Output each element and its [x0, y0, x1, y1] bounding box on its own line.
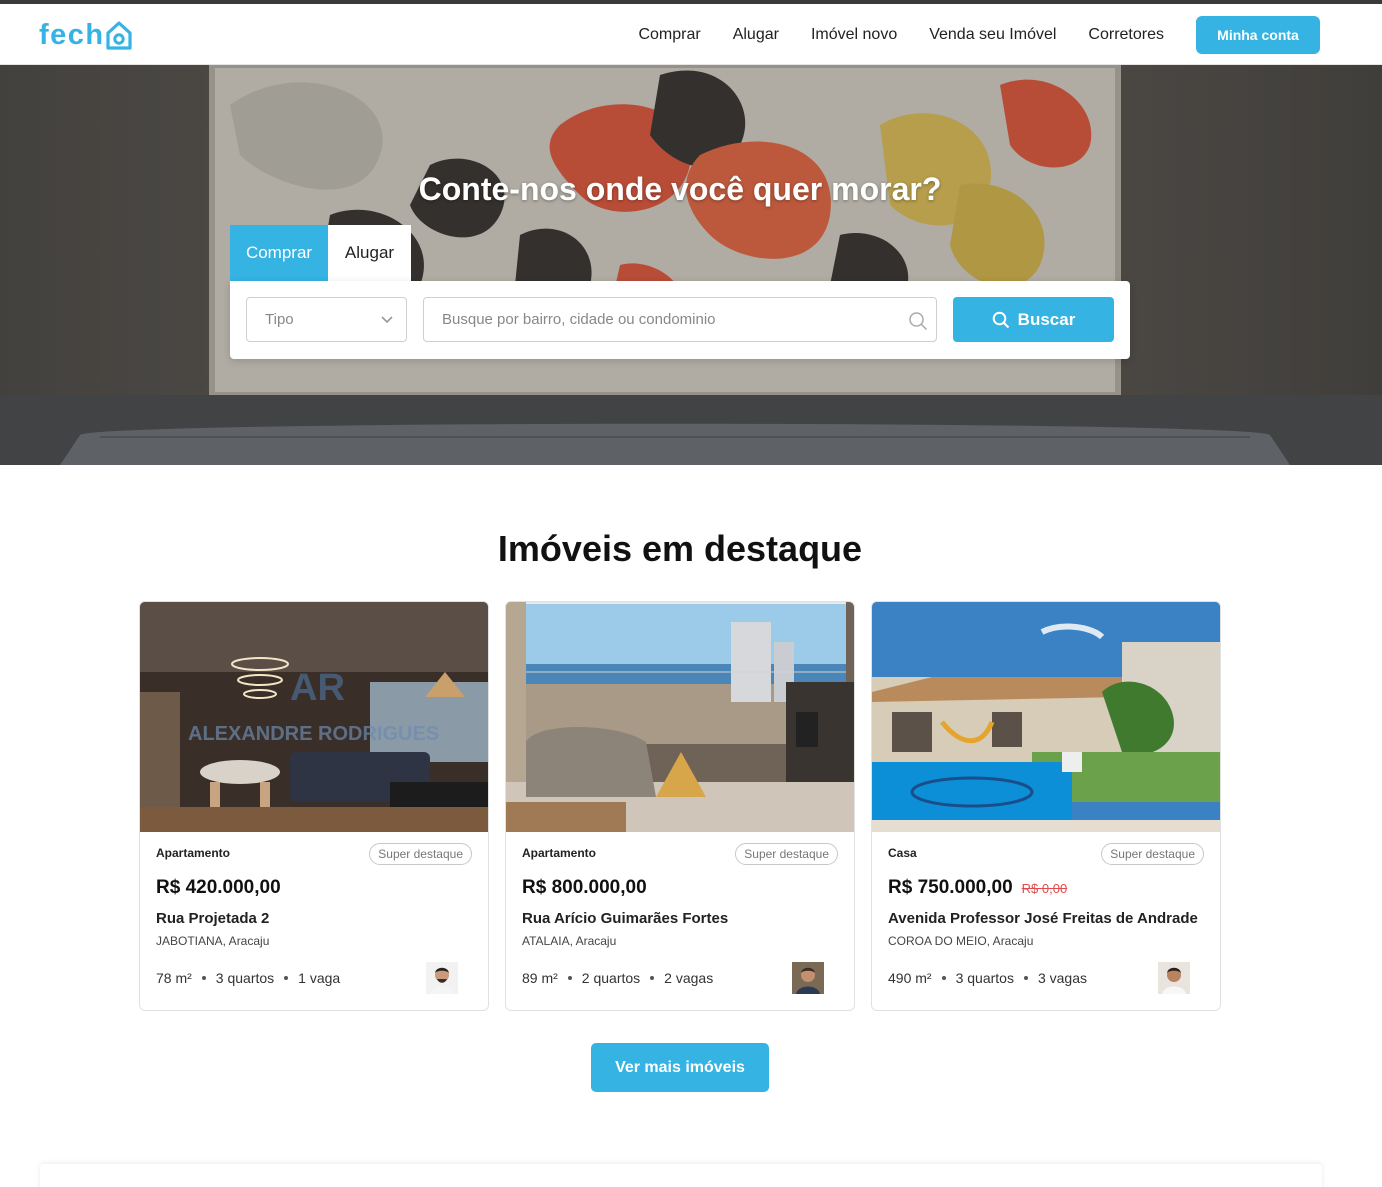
nav-comprar[interactable]: Comprar: [638, 26, 700, 44]
property-parking: 2 vagas: [664, 970, 714, 986]
property-street[interactable]: Avenida Professor José Freitas de Andrad…: [888, 910, 1198, 927]
site-header: fech Comprar Alugar Imóvel novo Venda se…: [0, 4, 1382, 65]
logo-text: fech: [39, 19, 105, 51]
search-icon: [992, 311, 1009, 328]
featured-title: Imóveis em destaque: [497, 528, 863, 569]
property-parking: 3 vagas: [1037, 970, 1087, 986]
agent-avatar[interactable]: [792, 962, 824, 994]
property-price: R$ 750.000,00 R$ 0,00: [888, 877, 1067, 899]
property-type: Apartamento: [522, 846, 597, 860]
property-street[interactable]: Rua Projetada 2: [156, 910, 269, 927]
price-value: R$ 750.000,00: [888, 877, 1013, 898]
house-pool-photo: [872, 602, 1220, 832]
property-neighborhood: COROA DO MEIO, Aracaju: [888, 934, 1034, 948]
property-photo[interactable]: [872, 602, 1220, 832]
svg-text:AR: AR: [290, 667, 345, 709]
separator-dot: [650, 976, 655, 980]
property-type: Apartamento: [156, 846, 231, 860]
agent-photo: [426, 962, 458, 994]
property-photo[interactable]: [506, 602, 854, 832]
property-card[interactable]: Casa Super destaque R$ 750.000,00 R$ 0,0…: [871, 601, 1221, 1011]
property-specs: 490 m² 3 quartos 3 vagas: [888, 970, 1087, 986]
account-button[interactable]: Minha conta: [1196, 15, 1320, 54]
property-card[interactable]: AR ALEXANDRE RODRIGUES Apartamento Super…: [139, 601, 489, 1011]
nav-alugar[interactable]: Alugar: [733, 26, 779, 44]
property-parking: 1 vaga: [298, 970, 341, 986]
separator-dot: [1023, 976, 1028, 980]
property-rooms: 3 quartos: [955, 970, 1014, 986]
search-icon: [909, 312, 928, 331]
property-price: R$ 420.000,00: [156, 877, 281, 899]
property-neighborhood: JABOTIANA, Aracaju: [156, 934, 270, 948]
property-type: Casa: [888, 846, 917, 860]
next-section-panel: [40, 1164, 1322, 1187]
separator-dot: [284, 976, 289, 980]
nav-imovel-novo[interactable]: Imóvel novo: [811, 26, 897, 44]
logo[interactable]: fech: [39, 18, 132, 50]
property-specs: 89 m² 2 quartos 2 vagas: [522, 970, 713, 986]
property-rooms: 2 quartos: [581, 970, 641, 986]
super-highlight-badge: Super destaque: [1101, 843, 1204, 865]
agent-avatar[interactable]: [426, 962, 458, 994]
property-size: 89 m²: [522, 970, 558, 986]
price-value: R$ 800.000,00: [522, 877, 647, 898]
main-nav: Comprar Alugar Imóvel novo Venda seu Imó…: [638, 4, 1382, 65]
separator-dot: [201, 976, 206, 980]
hero-overlay: [0, 65, 1382, 465]
property-size: 78 m²: [156, 970, 192, 986]
search-field: [423, 297, 937, 342]
see-more-properties-button[interactable]: Ver mais imóveis: [591, 1043, 769, 1092]
property-specs: 78 m² 3 quartos 1 vaga: [156, 970, 340, 986]
property-street[interactable]: Rua Arício Guimarães Fortes: [522, 910, 728, 927]
property-size: 490 m²: [888, 970, 932, 986]
property-price: R$ 800.000,00: [522, 877, 647, 899]
hero-title: Conte-nos onde você quer morar?: [418, 171, 942, 207]
search-button-label: Buscar: [1017, 309, 1076, 329]
balcony-view-photo: [506, 602, 854, 832]
hero: Conte-nos onde você quer morar? Comprar …: [0, 65, 1382, 465]
svg-text:ALEXANDRE RODRIGUES: ALEXANDRE RODRIGUES: [188, 723, 439, 745]
price-value: R$ 420.000,00: [156, 877, 281, 898]
property-rooms: 3 quartos: [215, 970, 275, 986]
property-card[interactable]: Apartamento Super destaque R$ 800.000,00…: [505, 601, 855, 1011]
search-button[interactable]: Buscar: [953, 297, 1114, 342]
search-panel: Tipo Buscar: [230, 281, 1130, 359]
super-highlight-badge: Super destaque: [735, 843, 838, 865]
type-select[interactable]: Tipo: [246, 297, 407, 342]
tab-comprar[interactable]: Comprar: [230, 225, 328, 281]
tab-alugar[interactable]: Alugar: [328, 225, 411, 281]
separator-dot: [941, 976, 946, 980]
search-input[interactable]: [424, 298, 936, 341]
nav-venda-seu-imovel[interactable]: Venda seu Imóvel: [929, 26, 1056, 44]
property-neighborhood: ATALAIA, Aracaju: [522, 934, 617, 948]
super-highlight-badge: Super destaque: [369, 843, 472, 865]
separator-dot: [567, 976, 572, 980]
chevron-down-icon: [381, 316, 393, 324]
type-select-value: Tipo: [265, 311, 294, 328]
property-photo[interactable]: AR ALEXANDRE RODRIGUES: [140, 602, 488, 832]
agent-avatar[interactable]: [1158, 962, 1190, 994]
agent-photo: [1158, 962, 1190, 994]
nav-corretores[interactable]: Corretores: [1088, 26, 1164, 44]
agent-photo: [792, 962, 824, 994]
living-room-photo: AR ALEXANDRE RODRIGUES: [140, 602, 488, 832]
old-price: R$ 0,00: [1021, 881, 1068, 896]
search-tabs: Comprar Alugar: [230, 225, 411, 281]
house-o-icon: [106, 21, 132, 50]
